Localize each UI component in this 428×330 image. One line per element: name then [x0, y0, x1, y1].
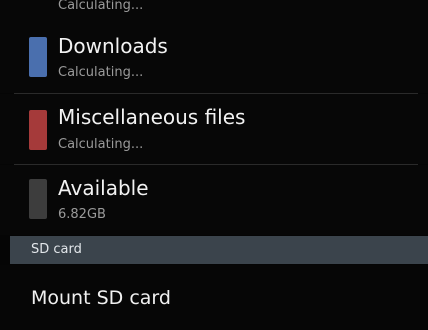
available-subtitle: 6.82GB [58, 207, 106, 222]
available-title: Available [58, 176, 149, 200]
downloads-color-swatch [29, 37, 47, 77]
miscellaneous-files-title: Miscellaneous files [58, 105, 246, 129]
list-item-available[interactable]: Available 6.82GB [0, 165, 428, 235]
storage-settings-screen: Calculating... Downloads Calculating... … [0, 0, 428, 330]
list-item-partial[interactable]: Calculating... [0, 0, 428, 20]
partial-item-subtitle: Calculating... [58, 0, 144, 13]
mount-sd-card-label: Mount SD card [31, 287, 171, 309]
available-color-swatch [29, 179, 47, 219]
downloads-title: Downloads [58, 34, 168, 58]
mount-sd-card-item[interactable]: Mount SD card [0, 265, 428, 330]
list-item-downloads[interactable]: Downloads Calculating... [0, 20, 428, 93]
miscellaneous-files-color-swatch [29, 110, 47, 150]
miscellaneous-files-subtitle: Calculating... [58, 137, 144, 152]
downloads-subtitle: Calculating... [58, 65, 144, 80]
sd-card-section-header: SD card [10, 236, 428, 264]
list-item-miscellaneous-files[interactable]: Miscellaneous files Calculating... [0, 94, 428, 164]
